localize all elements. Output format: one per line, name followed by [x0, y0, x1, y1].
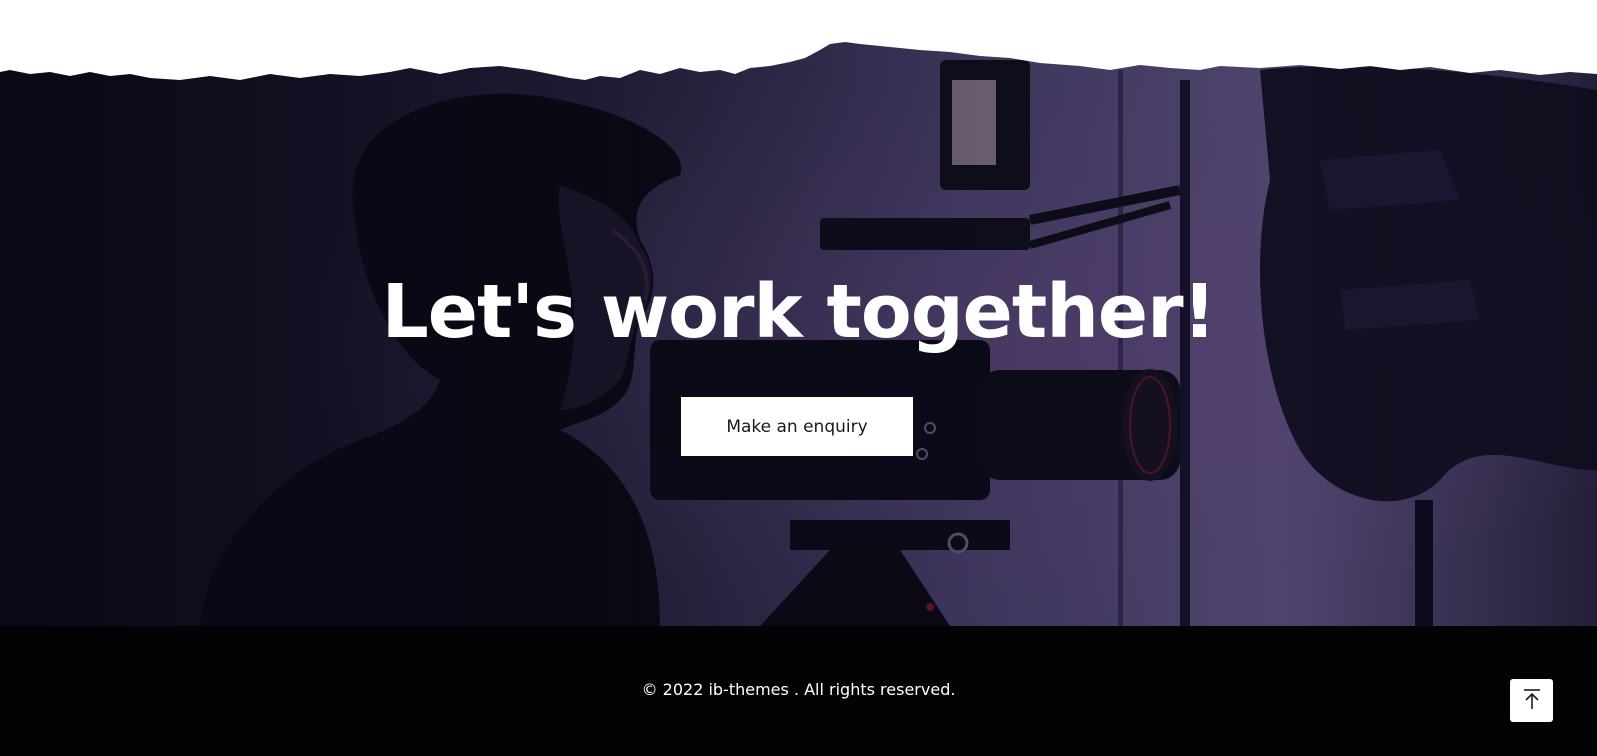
back-to-top-button[interactable]	[1510, 679, 1553, 722]
cta-heading: Let's work together!	[381, 269, 1217, 355]
copyright-text: © 2022 ib-themes . All rights reserved.	[641, 680, 956, 699]
arrow-up-to-line-icon	[1522, 688, 1542, 713]
cta-section: Let's work together! Make an enquiry	[0, 0, 1597, 626]
page: Let's work together! Make an enquiry © 2…	[0, 0, 1597, 756]
site-footer: © 2022 ib-themes . All rights reserved.	[0, 626, 1597, 756]
make-enquiry-button[interactable]: Make an enquiry	[681, 397, 913, 456]
